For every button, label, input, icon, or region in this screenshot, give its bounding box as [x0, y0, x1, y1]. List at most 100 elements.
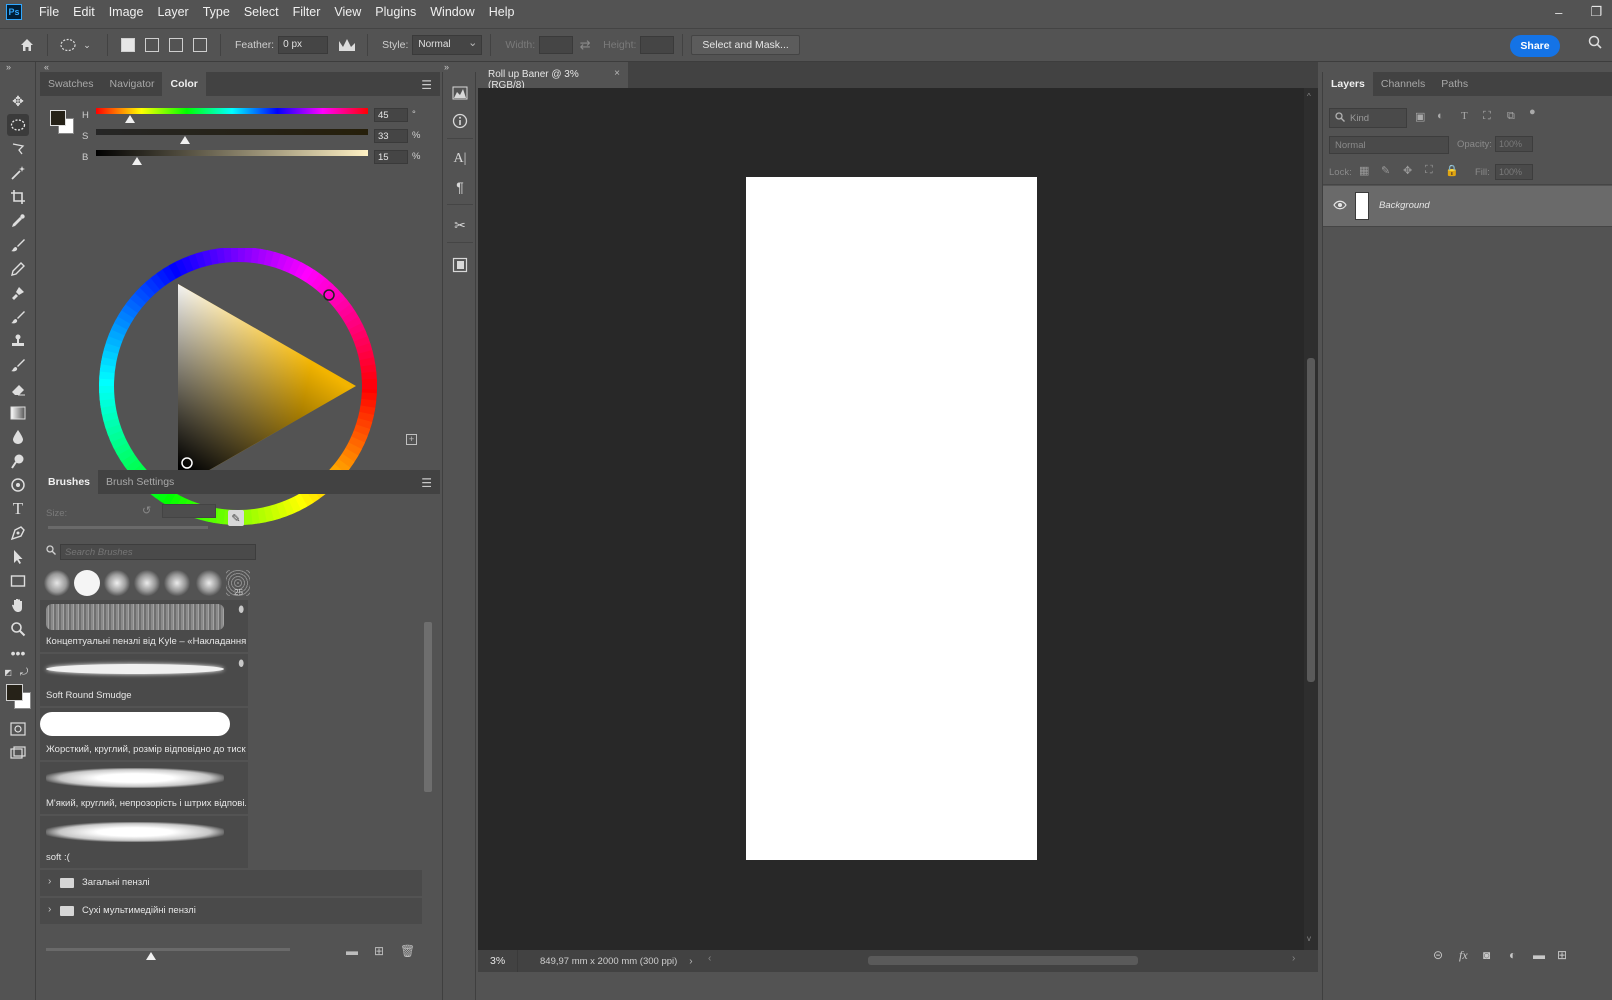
horizontal-scrollbar[interactable]: ‹ › [708, 953, 1302, 967]
tab-brush-settings[interactable]: Brush Settings [98, 470, 182, 494]
vertical-scrollbar[interactable]: ^ v [1304, 88, 1318, 950]
tab-swatches[interactable]: Swatches [40, 72, 102, 96]
chevron-right-icon[interactable]: › [689, 956, 692, 967]
brightness-slider[interactable] [96, 150, 368, 156]
history-brush-tool-icon[interactable] [7, 306, 29, 328]
recent-brush-6[interactable] [196, 570, 222, 596]
spot-healing-brush-icon[interactable] [7, 354, 29, 376]
hand-tool-icon[interactable] [7, 594, 29, 616]
path-selection-tool-icon[interactable] [7, 546, 29, 568]
document-info[interactable]: 849,97 mm x 2000 mm (300 ppi) [540, 956, 677, 967]
scroll-up-icon[interactable]: ^ [1307, 92, 1311, 101]
fill-input[interactable]: 100% [1495, 164, 1533, 180]
menu-edit[interactable]: Edit [66, 0, 102, 24]
recent-brush-5[interactable] [164, 570, 190, 596]
reset-icon[interactable]: ↺ [142, 504, 151, 517]
brush-group-row[interactable]: › Сухі мультимедійні пензлі [40, 898, 422, 924]
paragraph-icon[interactable]: ¶ [449, 176, 471, 198]
pixel-layer-filter-icon[interactable]: ▣ [1415, 110, 1425, 123]
lock-image-pixels-icon[interactable]: ✎ [1381, 164, 1390, 177]
recent-brush-2[interactable] [74, 570, 100, 596]
quick-mask-icon[interactable] [7, 718, 29, 740]
saturation-input[interactable]: 33 [374, 129, 408, 143]
brightness-input[interactable]: 15 [374, 150, 408, 164]
canvas-area[interactable] [478, 88, 1304, 950]
brightness-slider-thumb[interactable] [132, 157, 142, 165]
elliptical-marquee-icon[interactable] [59, 36, 77, 54]
brush-list-scrollbar[interactable] [424, 610, 432, 930]
brush-size-input[interactable] [162, 504, 216, 518]
brush-group-row[interactable]: › Загальні пензлі [40, 870, 422, 896]
screen-mode-icon[interactable] [7, 742, 29, 764]
menu-select[interactable]: Select [237, 0, 286, 24]
menu-filter[interactable]: Filter [286, 0, 328, 24]
adjustment-layer-icon[interactable]: ◐ [1509, 948, 1516, 962]
default-colors-icon[interactable]: ◩ [2, 666, 14, 678]
new-brush-icon[interactable]: ⊞ [374, 944, 384, 958]
document-canvas[interactable] [746, 177, 1037, 860]
chevron-down-icon[interactable]: ⌄ [78, 36, 96, 54]
pen-tool-icon[interactable] [7, 474, 29, 496]
brush-size-slider[interactable] [48, 526, 208, 529]
panel-menu-icon[interactable]: ☰ [421, 476, 432, 490]
tab-color[interactable]: Color [162, 72, 206, 96]
scrollbar-thumb[interactable] [868, 956, 1138, 965]
blur-tool-icon[interactable] [7, 426, 29, 448]
height-input[interactable] [640, 36, 675, 54]
brush-item[interactable]: Жорсткий, круглий, розмір відповідно до … [40, 708, 248, 760]
width-input[interactable] [539, 36, 574, 54]
brush-item[interactable]: soft :( [40, 816, 248, 868]
close-icon[interactable]: × [614, 68, 620, 79]
select-and-mask-button[interactable]: Select and Mask... [691, 35, 800, 55]
tool-presets-icon[interactable]: ✂ [449, 214, 471, 236]
saturation-slider[interactable] [96, 129, 368, 135]
tab-navigator[interactable]: Navigator [102, 72, 163, 96]
scrollbar-thumb[interactable] [1307, 358, 1315, 682]
tab-paths[interactable]: Paths [1433, 72, 1476, 96]
recent-brush-1[interactable] [44, 570, 70, 596]
pencil-tool-icon[interactable] [7, 258, 29, 280]
new-selection-icon[interactable] [121, 38, 135, 52]
info-icon[interactable] [449, 110, 471, 132]
brush-item[interactable]: ⬮ Soft Round Smudge [40, 654, 248, 706]
panel-menu-icon[interactable]: ☰ [421, 78, 432, 92]
crop-tool-icon[interactable] [7, 186, 29, 208]
anti-alias-icon[interactable] [338, 36, 356, 54]
histogram-icon[interactable] [449, 82, 471, 104]
hue-input[interactable]: 45 [374, 108, 408, 122]
menu-view[interactable]: View [327, 0, 368, 24]
eraser-tool-icon[interactable] [7, 378, 29, 400]
chevron-right-icon[interactable]: › [48, 904, 51, 915]
scroll-left-icon[interactable]: ‹ [708, 953, 711, 964]
add-mask-icon[interactable]: ◙ [1483, 948, 1490, 962]
swap-dimensions-icon[interactable]: ⇄ [576, 36, 594, 54]
type-layer-filter-icon[interactable]: T [1461, 110, 1468, 122]
eye-icon[interactable] [1333, 199, 1347, 213]
link-layers-icon[interactable]: ⊝ [1433, 948, 1443, 962]
feather-input[interactable]: 0 px [278, 36, 329, 54]
folder-icon[interactable]: ▬ [346, 944, 358, 958]
lock-artboard-icon[interactable]: ⛶ [1425, 164, 1433, 177]
preview-size-slider[interactable] [46, 948, 290, 951]
brush-item[interactable]: М'який, круглий, непрозорість і штрих ві… [40, 762, 248, 814]
menu-help[interactable]: Help [482, 0, 522, 24]
minimize-icon[interactable]: – [1555, 5, 1562, 20]
restore-icon[interactable]: ❐ [1590, 4, 1602, 20]
path-pen-tool-icon[interactable] [7, 522, 29, 544]
tab-brushes[interactable]: Brushes [40, 470, 99, 494]
trash-icon[interactable]: 🗑 [400, 944, 415, 958]
expand-panel-icon[interactable]: » [444, 62, 449, 72]
menu-layer[interactable]: Layer [150, 0, 195, 24]
move-tool-icon[interactable]: ✥ [7, 90, 29, 112]
properties-icon[interactable] [449, 254, 471, 276]
lock-all-icon[interactable]: 🔒 [1445, 164, 1459, 177]
preview-size-thumb[interactable] [146, 952, 156, 960]
lock-position-icon[interactable]: ✥ [1403, 164, 1412, 177]
new-layer-icon[interactable]: ⊞ [1557, 948, 1567, 962]
search-icon[interactable] [1588, 35, 1602, 52]
style-select[interactable]: Normal [412, 35, 483, 55]
shape-layer-filter-icon[interactable]: ⛶ [1483, 110, 1491, 123]
home-icon[interactable] [18, 36, 36, 54]
type-tool-icon[interactable]: T [7, 498, 29, 520]
tab-channels[interactable]: Channels [1373, 72, 1433, 96]
